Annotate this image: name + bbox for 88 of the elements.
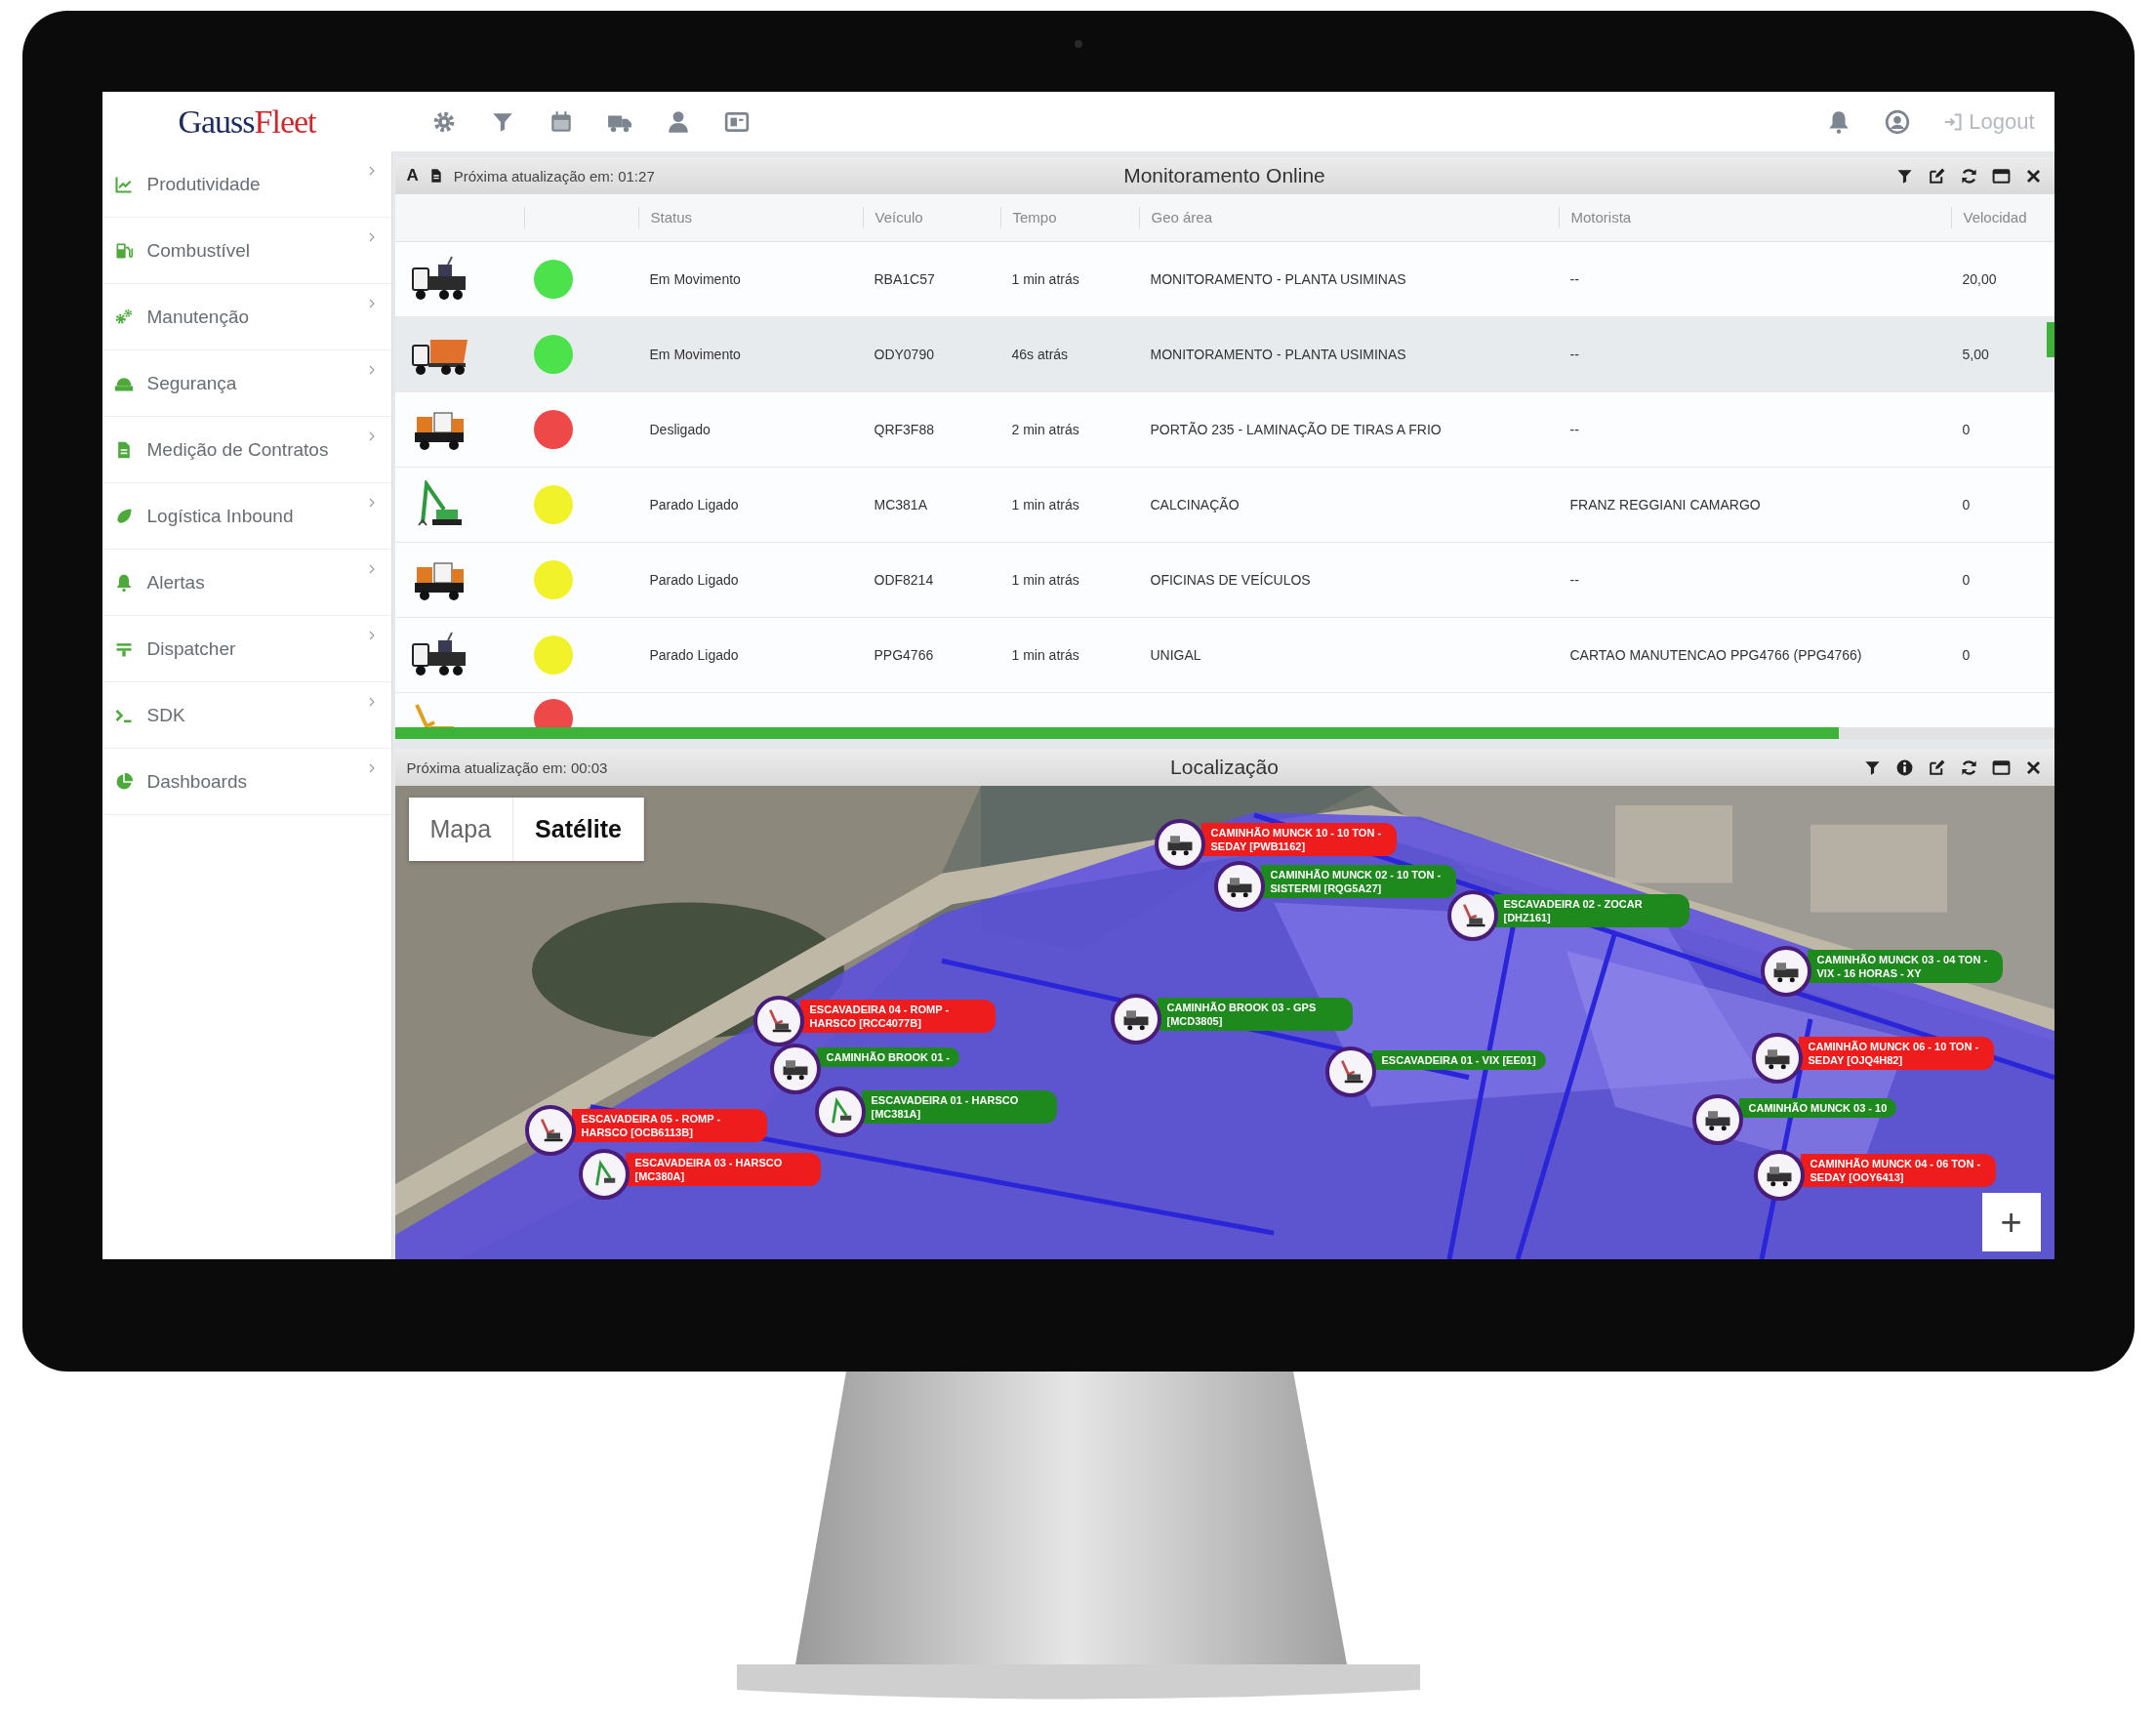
marker-label: CAMINHÃO MUNCK 03 - 04 TON - VIX - 16 HORAS - XY [1807, 950, 2003, 983]
sign-in-icon [1943, 111, 1964, 132]
horizontal-scrollbar[interactable] [394, 727, 2054, 739]
table-cell: 2 min atrás [1011, 422, 1079, 437]
table-cell: Desligado [649, 422, 711, 437]
table-cell: UNIGAL [1150, 647, 1201, 663]
table-cell: Parado Ligado [649, 572, 739, 588]
table-cell: CARTAO MANUTENCAO PPG4766 (PPG4766) [1569, 647, 1862, 663]
marker-label: ESCAVADEIRA 01 - VIX [EE01] [1371, 1050, 1546, 1070]
table-cell: -- [1569, 347, 1579, 362]
marker-label: CAMINHÃO BROOK 03 - GPS [MCD3805] [1157, 998, 1353, 1031]
column-header[interactable]: Motorista [1558, 207, 1951, 228]
marker-label: CAMINHÃO MUNCK 03 - 10 [1738, 1098, 1897, 1118]
table-cell: Em Movimento [649, 347, 741, 362]
table-cell: 0 [1962, 572, 1971, 588]
sidebar-item-label[interactable]: Logística Inbound [146, 505, 294, 527]
sidebar-item-label[interactable]: Produtividade [146, 173, 261, 195]
table-cell: 46s atrás [1011, 347, 1069, 362]
panel-title: Monitoramento Online [1123, 164, 1325, 187]
zoom-in-button[interactable]: + [1981, 1193, 2041, 1251]
column-header[interactable]: Status [637, 207, 863, 228]
table-cell: 0 [1962, 647, 1971, 663]
table-cell: QRF3F88 [874, 422, 934, 437]
window-icon[interactable] [1991, 166, 2011, 185]
panel-title: Localização [1170, 756, 1279, 779]
sidebar-item-label[interactable]: Dispatcher [146, 637, 236, 660]
column-header[interactable]: Geo área [1138, 207, 1559, 228]
marker-label: ESCAVADEIRA 01 - HARSCO [MC381A] [861, 1090, 1057, 1124]
refresh-icon[interactable] [1959, 758, 1978, 777]
table-cell: 0 [1962, 497, 1971, 512]
table-cell: MC381A [874, 497, 927, 512]
table-cell: 5,00 [1962, 347, 1989, 362]
table-cell: -- [1569, 422, 1579, 437]
map-type-tab[interactable]: Satélite [513, 798, 644, 861]
column-header[interactable]: Velocidad [1950, 207, 2054, 228]
marker-label: CAMINHÃO MUNCK 04 - 06 TON - SEDAY [OOY6413] [1800, 1154, 1996, 1187]
sidebar-item-label[interactable]: Manutenção [146, 306, 250, 328]
table-row[interactable]: Em Movimento ODY0790 46s atrás MONITORAMENTO - PLANTA USIMINAS -- 5,00 [394, 317, 2054, 392]
user-circle-icon[interactable] [1885, 108, 1911, 135]
update-countdown: Próxima atualização em: 01:27 [453, 167, 655, 184]
marker-label: CAMINHÃO MUNCK 06 - 10 TON - SEDAY [OJQ4H82] [1798, 1037, 1994, 1070]
table-cell: 20,00 [1962, 271, 1997, 287]
sidebar-item-label[interactable]: Medição de Contratos [146, 438, 329, 461]
table-cell: 0 [1962, 422, 1971, 437]
update-countdown: Próxima atualização em: 00:03 [406, 758, 608, 776]
table-cell: CALCINAÇÃO [1150, 497, 1240, 512]
edit-icon[interactable] [1927, 166, 1946, 185]
sidebar-item-label[interactable]: Alertas [146, 571, 205, 594]
sidebar-item-label[interactable]: Segurança [146, 372, 237, 394]
table-cell: 1 min atrás [1011, 271, 1079, 287]
table-cell: -- [1569, 572, 1579, 588]
table-cell: Parado Ligado [649, 647, 739, 663]
sidebar-item-label[interactable]: Combustível [146, 239, 251, 262]
table-cell: MONITORAMENTO - PLANTA USIMINAS [1150, 347, 1406, 362]
marker-label: ESCAVADEIRA 03 - HARSCO [MC380A] [625, 1153, 821, 1186]
table-cell: PORTÃO 235 - LAMINAÇÃO DE TIRAS A FRIO [1150, 422, 1442, 437]
table-cell: PPG4766 [874, 647, 934, 663]
table-cell: Em Movimento [649, 271, 741, 287]
logo: GaussFleet [178, 102, 316, 141]
table-cell: ODF8214 [874, 572, 934, 588]
marker-label: ESCAVADEIRA 02 - ZOCAR [DHZ161] [1493, 894, 1689, 927]
table-cell: OFICINAS DE VEÍCULOS [1150, 572, 1311, 588]
map-type-tab[interactable]: Mapa [408, 798, 514, 861]
sidebar-item-label[interactable]: SDK [146, 704, 185, 726]
table-cell: Parado Ligado [649, 497, 739, 512]
refresh-icon[interactable] [1959, 166, 1978, 185]
table-cell: 1 min atrás [1011, 647, 1079, 663]
scrollbar-thumb[interactable] [2046, 322, 2054, 357]
camera-dot [1074, 40, 1082, 48]
column-header[interactable]: Tempo [999, 207, 1139, 228]
table-cell: ODY0790 [874, 347, 934, 362]
marker-label: CAMINHÃO BROOK 01 - [816, 1047, 959, 1067]
table-cell: RBA1C57 [874, 271, 935, 287]
marker-label: ESCAVADEIRA 04 - ROMP - HARSCO [RCC4077B] [799, 1000, 996, 1033]
marker-label: ESCAVADEIRA 05 - ROMP - HARSCO [OCB6113B] [571, 1109, 767, 1142]
info-icon[interactable] [1894, 758, 1914, 777]
table-cell: MONITORAMENTO - PLANTA USIMINAS [1150, 271, 1406, 287]
table-cell: 1 min atrás [1011, 497, 1079, 512]
table-cell: FRANZ REGGIANI CAMARGO [1569, 497, 1761, 512]
edit-icon[interactable] [1927, 758, 1946, 777]
sidebar-item-label[interactable]: Dashboards [146, 770, 247, 793]
window-icon[interactable] [1991, 758, 2011, 777]
column-header[interactable]: Veículo [862, 207, 1000, 228]
font-button[interactable]: A [406, 166, 419, 185]
table-cell: -- [1569, 271, 1579, 287]
table-cell: 1 min atrás [1011, 572, 1079, 588]
marker-label: CAMINHÃO MUNCK 02 - 10 TON - SISTERMI [RQG5A27] [1260, 865, 1456, 898]
marker-label: CAMINHÃO MUNCK 10 - 10 TON - SEDAY [PWB1162] [1200, 823, 1397, 856]
